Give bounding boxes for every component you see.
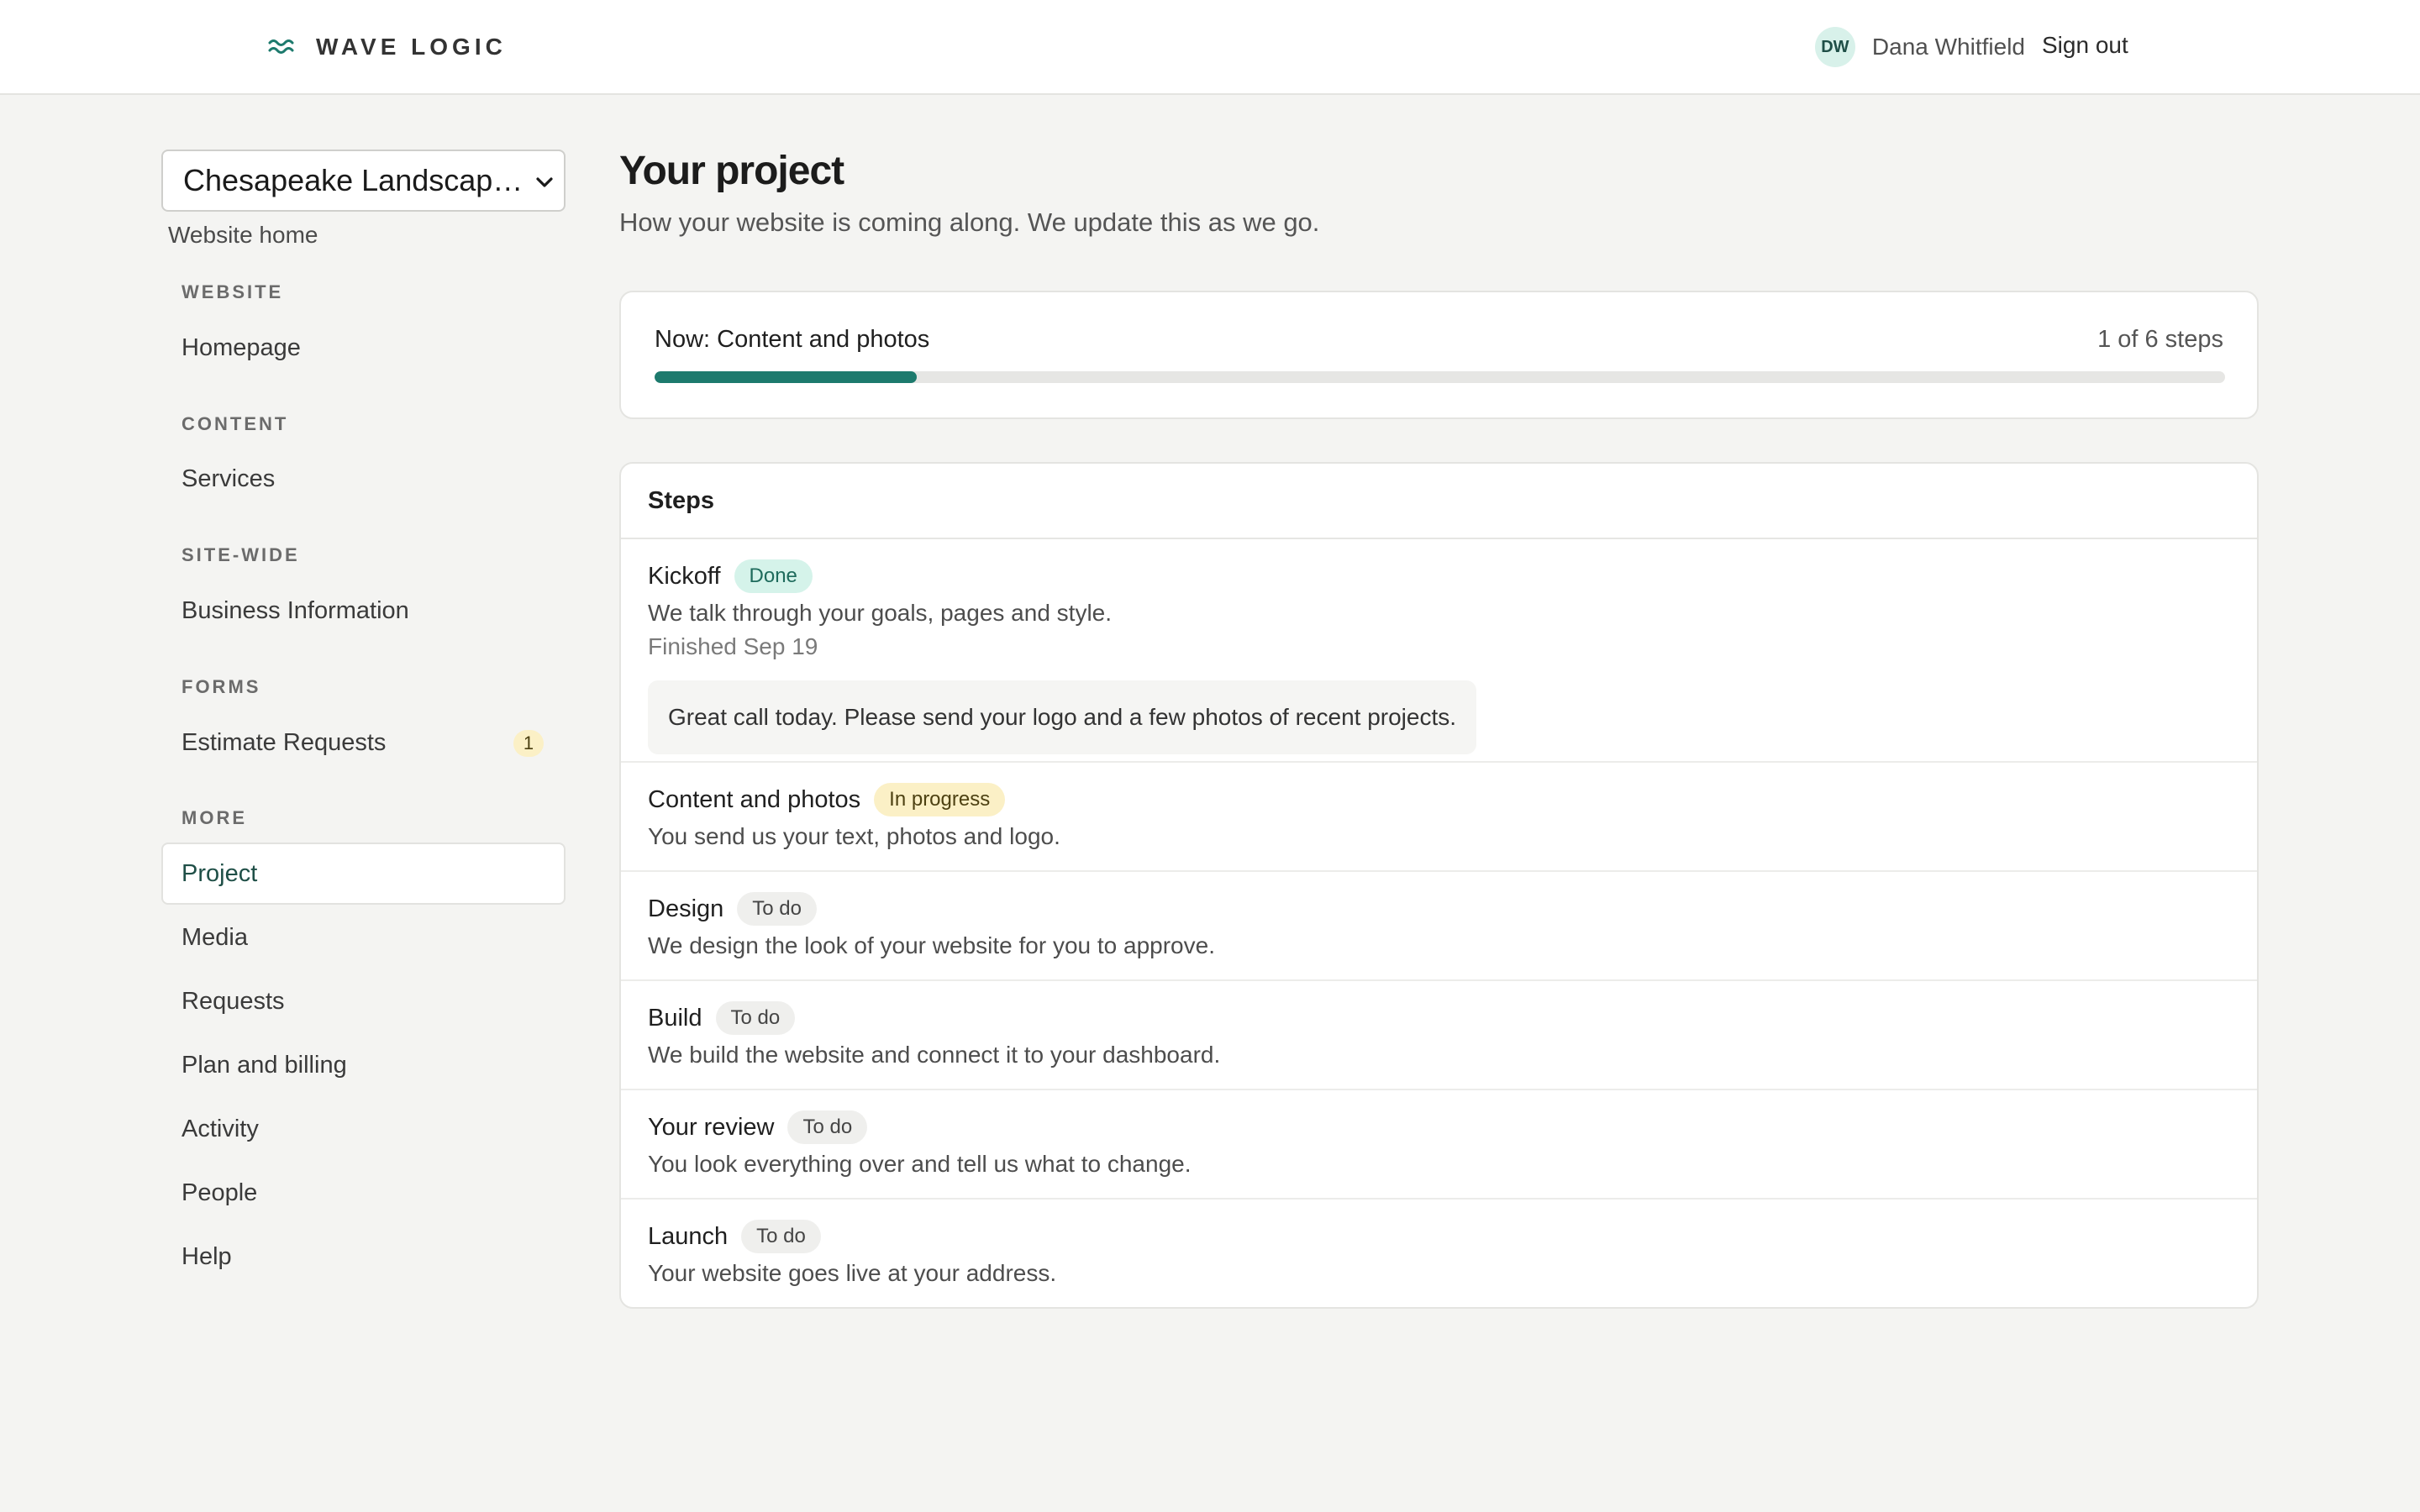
- step-header: Build To do: [648, 1001, 796, 1035]
- sidebar-item-services[interactable]: Services: [161, 448, 566, 510]
- status-badge: To do: [787, 1110, 868, 1144]
- brand-name: WAVE LOGIC: [316, 34, 507, 60]
- sidebar-item-requests[interactable]: Requests: [161, 970, 566, 1032]
- sidebar-item-project[interactable]: Project: [161, 843, 566, 905]
- section-label-content: CONTENT: [182, 413, 289, 434]
- current-step-label: Now: Content and photos: [655, 326, 930, 353]
- sidebar-item-activity[interactable]: Activity: [161, 1098, 566, 1160]
- user-menu[interactable]: DW Dana Whitfield: [1814, 27, 2025, 67]
- step-name: Design: [648, 895, 724, 922]
- sidebar-item-media[interactable]: Media: [161, 906, 566, 969]
- step-content-and-photos: Content and photos In progress You send …: [621, 761, 2257, 870]
- site-selector[interactable]: Chesapeake Landscaping: [161, 150, 566, 212]
- step-description: We build the website and connect it to y…: [648, 1042, 1221, 1068]
- step-description: You look everything over and tell us wha…: [648, 1151, 1192, 1177]
- step-count-label: 1 of 6 steps: [2097, 326, 2223, 353]
- step-build: Build To do We build the website and con…: [621, 979, 2257, 1089]
- sidebar-item-estimate-requests[interactable]: Estimate Requests 1: [161, 711, 566, 774]
- website-home-link[interactable]: Website home: [168, 222, 318, 249]
- step-finished-date: Finished Sep 19: [648, 633, 818, 659]
- progress-bar: [655, 371, 2225, 383]
- step-launch: Launch To do Your website goes live at y…: [621, 1198, 2257, 1307]
- progress-card: Now: Content and photos 1 of 6 steps: [619, 291, 2259, 419]
- sidebar: Chesapeake Landscaping Website home WEBS…: [161, 150, 566, 1270]
- section-label-more: MORE: [182, 807, 247, 828]
- progress-bar-fill: [655, 371, 918, 383]
- estimate-requests-count-badge: 1: [513, 730, 544, 757]
- sidebar-item-business-information[interactable]: Business Information: [161, 580, 566, 642]
- step-design: Design To do We design the look of your …: [621, 870, 2257, 979]
- section-label-forms: FORMS: [182, 676, 261, 697]
- waves-icon: [268, 39, 294, 54]
- step-description: We talk through your goals, pages and st…: [648, 600, 1113, 626]
- brand[interactable]: WAVE LOGIC: [267, 32, 507, 62]
- main-content: Your project How your website is coming …: [619, 148, 2259, 1309]
- step-description: We design the look of your website for y…: [648, 932, 1215, 958]
- step-note: Great call today. Please send your logo …: [648, 680, 1477, 754]
- page-subtitle: How your website is coming along. We upd…: [619, 207, 1320, 237]
- step-header: Content and photos In progress: [648, 783, 1006, 816]
- page-title: Your project: [619, 149, 844, 193]
- user-name: Dana Whitfield: [1871, 34, 2025, 60]
- status-badge: To do: [741, 1220, 821, 1253]
- sidebar-item-plan-and-billing[interactable]: Plan and billing: [161, 1034, 566, 1096]
- status-badge: Done: [734, 559, 813, 593]
- step-header: Launch To do: [648, 1220, 821, 1253]
- sidebar-item-help[interactable]: Help: [161, 1226, 566, 1288]
- step-your-review: Your review To do You look everything ov…: [621, 1089, 2257, 1198]
- sign-out-link[interactable]: Sign out: [2042, 32, 2128, 59]
- top-bar: WAVE LOGIC DW Dana Whitfield Sign out: [0, 0, 2420, 95]
- section-label-website: WEBSITE: [182, 281, 284, 302]
- step-header: Design To do: [648, 892, 817, 926]
- section-label-site-wide: SITE-WIDE: [182, 544, 300, 565]
- sidebar-item-homepage[interactable]: Homepage: [161, 317, 566, 379]
- step-name: Content and photos: [648, 785, 861, 813]
- step-name: Your review: [648, 1113, 775, 1141]
- step-name: Build: [648, 1004, 702, 1032]
- site-selector-value: Chesapeake Landscaping: [183, 163, 528, 197]
- chevron-down-icon: [536, 177, 553, 187]
- avatar: DW: [1814, 27, 1855, 67]
- status-badge: To do: [737, 892, 817, 926]
- step-description: You send us your text, photos and logo.: [648, 823, 1060, 849]
- step-description: Your website goes live at your address.: [648, 1260, 1057, 1286]
- steps-card: Steps Kickoff Done We talk through your …: [619, 462, 2259, 1309]
- step-kickoff: Kickoff Done We talk through your goals,…: [621, 539, 2257, 761]
- steps-header: Steps: [621, 464, 2257, 539]
- step-header: Kickoff Done: [648, 559, 813, 593]
- status-badge: To do: [715, 1001, 796, 1035]
- sidebar-item-label: Estimate Requests: [182, 728, 387, 756]
- sidebar-item-people[interactable]: People: [161, 1162, 566, 1224]
- step-name: Launch: [648, 1222, 729, 1250]
- step-header: Your review To do: [648, 1110, 868, 1144]
- step-name: Kickoff: [648, 562, 721, 590]
- status-badge: In progress: [874, 783, 1006, 816]
